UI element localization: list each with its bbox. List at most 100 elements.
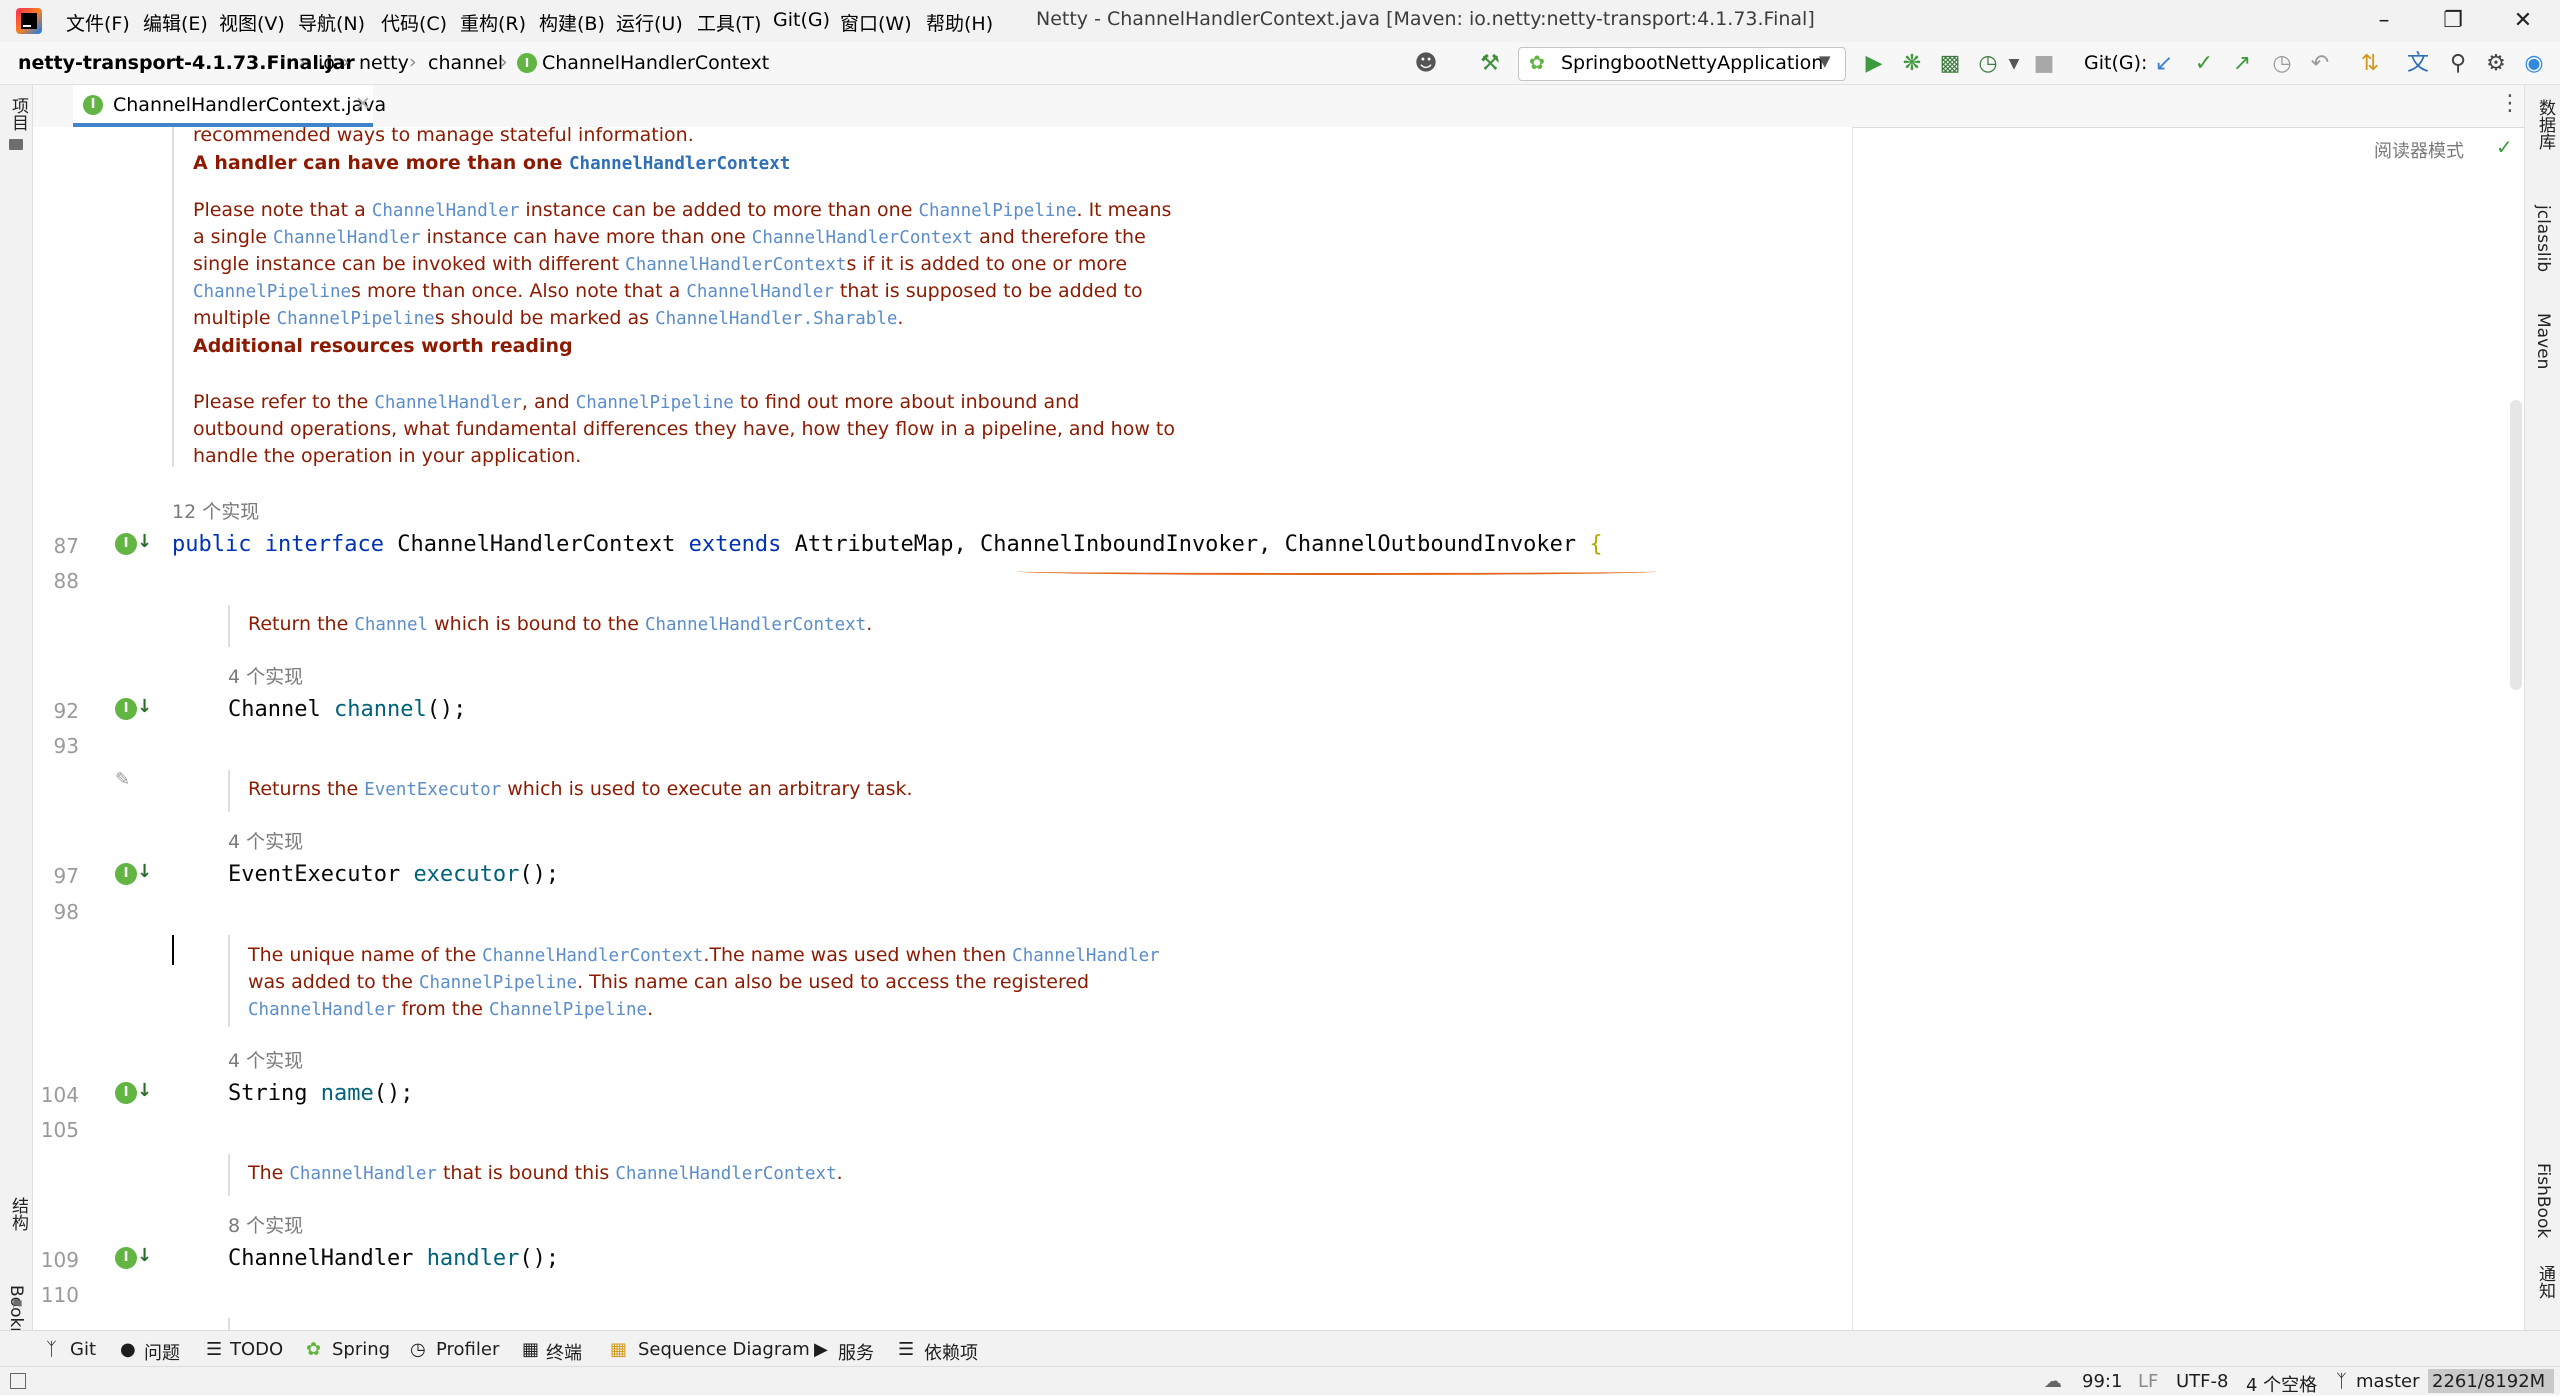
implemented-method-icon[interactable]: I [115,698,137,720]
git-branch[interactable]: master [2356,1371,2419,1392]
build-hammer-icon[interactable]: ⚒ [1476,50,1504,78]
tool-spring[interactable]: Spring [332,1339,390,1360]
menu-view[interactable]: 视图(V) [219,9,285,36]
doc-line: a single ChannelHandler instance can hav… [193,226,1146,248]
tool-sequence-diagram[interactable]: Sequence Diagram [638,1339,810,1360]
user-icon[interactable]: ☻ [1412,50,1440,78]
tool-services[interactable]: 服务 [838,1339,874,1365]
git-push-icon[interactable]: ↗ [2228,50,2256,78]
implementations-count-link[interactable]: 4 个实现 [228,1046,303,1073]
toolbox-icon[interactable]: ◉ [2520,50,2548,78]
menu-build[interactable]: 构建(B) [539,9,605,36]
rollback-icon[interactable]: ↶ [2306,50,2334,78]
no-problems-check-icon[interactable]: ✓ [2496,135,2513,159]
menu-file[interactable]: 文件(F) [66,9,130,36]
settings-gear-icon[interactable]: ⚙ [2482,50,2510,78]
vcs-operations-icon[interactable]: ⇅ [2356,50,2384,78]
arrow-down-icon: ↓ [137,696,153,717]
tool-profiler[interactable]: Profiler [436,1339,499,1360]
tool-todo[interactable]: TODO [230,1339,283,1360]
doc-line: outbound operations, what fundamental di… [193,418,1175,440]
menu-git[interactable]: Git(G) [773,9,830,31]
maven-tool-button[interactable]: Maven [2533,313,2553,369]
doc-line: The ChannelHandler that is bound this Ch… [248,1162,843,1184]
tool-git[interactable]: Git [70,1339,96,1360]
search-icon[interactable]: ⚲ [2444,50,2472,78]
implementations-count-link[interactable]: 12 个实现 [172,497,259,524]
tool-dependencies[interactable]: 依赖项 [924,1339,978,1365]
folder-icon [9,139,23,150]
spring-leaf-icon: ✿ [1529,52,1545,74]
run-configuration-label: SpringbootNettyApplication [1561,52,1824,74]
implemented-method-icon[interactable]: I [115,1082,137,1104]
history-icon[interactable]: ◷ [2268,50,2296,78]
restore-icon[interactable]: ❐ [2436,6,2470,36]
debug-icon[interactable]: ❋ [1898,50,1926,78]
menu-code[interactable]: 代码(C) [381,9,447,36]
doc-line: Returns the EventExecutor which is used … [248,778,913,800]
implementations-count-link[interactable]: 8 个实现 [228,1211,303,1238]
doc-heading: A handler can have more than one Channel… [193,152,791,174]
line-number: 92 [53,699,79,723]
translate-icon[interactable]: 文 [2404,50,2432,78]
implementations-count-link[interactable]: 4 个实现 [228,662,303,689]
toggle-tool-windows-icon[interactable] [10,1373,26,1389]
background-tasks-icon[interactable]: ☁ [2044,1371,2062,1392]
doc-line: Please note that a ChannelHandler instan… [193,199,1172,221]
menu-window[interactable]: 窗口(W) [840,9,912,36]
menu-refactor[interactable]: 重构(R) [460,9,526,36]
menu-edit[interactable]: 编辑(E) [143,9,208,36]
run-icon[interactable]: ▶ [1860,50,1888,78]
reader-mode-toggle[interactable]: 阅读器模式 [2374,137,2464,163]
sequence-diagram-icon: ▦ [610,1339,628,1360]
menu-navigate[interactable]: 导航(N) [298,9,365,36]
menu-tools[interactable]: 工具(T) [697,9,761,36]
profile-icon[interactable]: ◷ [1974,50,2002,78]
breadcrumb-netty[interactable]: netty [359,52,409,74]
implemented-method-icon[interactable]: I [115,1247,137,1269]
breadcrumb-current[interactable]: ChannelHandlerContext [542,52,769,74]
tab-channelhandlercontext[interactable]: I ChannelHandlerContext.java ✕ [73,85,386,127]
caret-position[interactable]: 99:1 [2082,1371,2122,1392]
git-commit-icon[interactable]: ✓ [2190,50,2218,78]
menu-help[interactable]: 帮助(H) [926,9,993,36]
edit-pencil-icon[interactable]: ✎ [115,769,130,790]
line-number: 93 [53,734,79,758]
intellij-logo-icon[interactable] [16,8,42,34]
project-tool-button[interactable]: 项目 [6,97,31,131]
database-tool-button[interactable]: 数据库 [2533,99,2558,150]
editor-scrollbar[interactable] [2510,400,2522,690]
tool-problems[interactable]: 问题 [144,1339,180,1365]
run-configuration-select[interactable]: ✿ SpringbootNettyApplication ▼ [1518,47,1846,81]
right-margin-guide [1852,127,1853,1330]
minimize-icon[interactable]: – [2367,6,2401,36]
file-encoding[interactable]: UTF-8 [2176,1371,2228,1392]
jclasslib-tool-button[interactable]: jclasslib [2533,205,2553,272]
breadcrumb-channel[interactable]: channel [428,52,503,74]
tab-close-icon[interactable]: ✕ [355,93,371,115]
breadcrumb-io[interactable]: io [318,52,335,74]
structure-tool-button[interactable]: 结构 [6,1197,31,1231]
memory-indicator[interactable]: 2261/8192M [2428,1369,2554,1393]
coverage-icon[interactable]: ▩ [1936,50,1964,78]
code-line-method: Channel channel(); [228,697,467,722]
doc-line: was added to the ChannelPipeline. This n… [248,971,1090,993]
fishbook-tool-button[interactable]: FishBook [2533,1163,2553,1238]
notifications-tool-button[interactable]: 通知 [2533,1265,2558,1299]
implemented-interface-icon[interactable]: I [115,533,137,555]
tool-terminal[interactable]: 终端 [546,1339,582,1365]
line-number: 98 [53,900,79,924]
line-separator[interactable]: LF [2138,1371,2158,1392]
chevron-right-icon: › [500,51,508,73]
implemented-method-icon[interactable]: I [115,863,137,885]
indent-setting[interactable]: 4 个空格 [2246,1371,2317,1397]
stop-icon[interactable]: ■ [2030,50,2058,78]
code-line-method: String name(); [228,1081,414,1106]
menu-run[interactable]: 运行(U) [616,9,683,36]
implementations-count-link[interactable]: 4 个实现 [228,827,303,854]
doc-block-bar [228,1154,230,1196]
close-window-icon[interactable]: ✕ [2506,6,2540,36]
git-update-icon[interactable]: ↙ [2150,50,2178,78]
more-tabs-icon[interactable]: ⋮ [2499,91,2521,116]
chevron-down-icon[interactable]: ▼ [2000,50,2028,78]
